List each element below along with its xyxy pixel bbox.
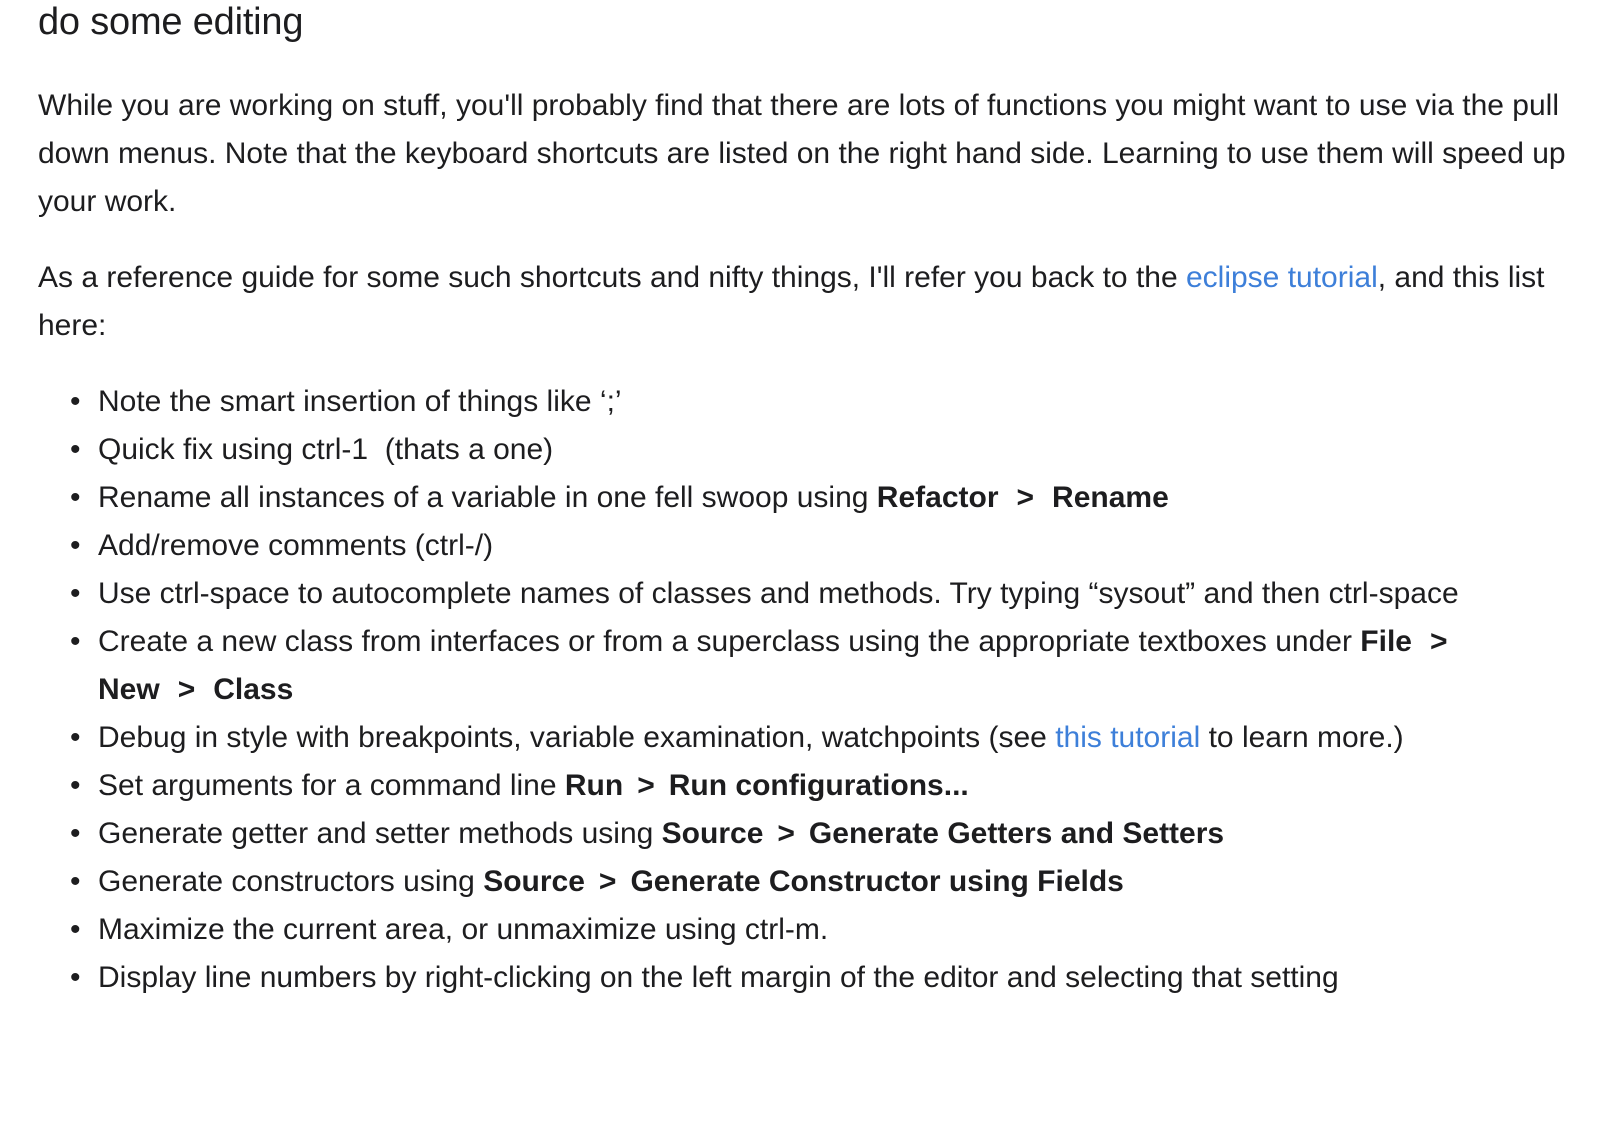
article-content: do some editing While you are working on… [0, 0, 1578, 1002]
list-item: • Note the smart insertion of things lik… [70, 378, 1578, 426]
list-item: • Create a new class from interfaces or … [70, 618, 1578, 714]
menu-generate-getters-setters: Generate Getters and Setters [808, 817, 1225, 850]
list-item-text: Display line numbers by right-clicking o… [98, 961, 1339, 994]
menu-separator: > [598, 865, 617, 898]
menu-run: Run [564, 769, 624, 802]
bullet: • [70, 625, 81, 658]
list-item-text: Set arguments for a command line [98, 769, 565, 802]
list-item-text: Rename all instances of a variable in on… [98, 481, 877, 514]
list-item: • Debug in style with breakpoints, varia… [70, 714, 1578, 762]
bullet: • [70, 721, 81, 754]
bullet: • [70, 577, 81, 610]
list-item: • Add/remove comments (ctrl-/) [70, 522, 1578, 570]
list-item-text: Debug in style with breakpoints, variabl… [98, 721, 1056, 754]
list-item: • Rename all instances of a variable in … [70, 474, 1578, 522]
bullet: • [70, 529, 81, 562]
menu-separator: > [1016, 481, 1035, 514]
list-item-text: Create a new class from interfaces or fr… [98, 625, 1361, 658]
eclipse-tutorial-link[interactable]: eclipse tutorial [1186, 261, 1378, 294]
list-item: • Maximize the current area, or unmaximi… [70, 906, 1578, 954]
menu-run-configurations: Run configurations... [668, 769, 969, 802]
menu-separator: > [1429, 625, 1448, 658]
menu-generate-constructor: Generate Constructor using Fields [630, 865, 1124, 898]
menu-source: Source [483, 865, 585, 898]
list-item-text: Generate getter and setter methods using [98, 817, 662, 850]
menu-separator: > [637, 769, 655, 802]
menu-file: File [1360, 625, 1412, 658]
menu-separator: > [177, 673, 196, 706]
list-item-text-after: to learn more.) [1200, 721, 1404, 754]
bullet: • [70, 961, 81, 994]
list-item: • Use ctrl-space to autocomplete names o… [70, 570, 1578, 618]
menu-separator: > [777, 817, 795, 850]
bullet: • [70, 769, 81, 802]
section-heading: do some editing [38, 1, 304, 43]
list-item-text: Add/remove comments (ctrl-/) [98, 529, 494, 562]
bullet: • [70, 913, 81, 946]
bullet: • [70, 817, 81, 850]
menu-new: New [98, 673, 160, 706]
menu-source: Source [661, 817, 764, 850]
reference-text-before: As a reference guide for some such short… [38, 261, 1186, 294]
bullet: • [70, 433, 81, 466]
menu-refactor: Refactor [876, 481, 999, 514]
list-item: • Generate getter and setter methods usi… [70, 810, 1578, 858]
intro-paragraph: While you are working on stuff, you'll p… [38, 89, 1566, 218]
list-item-text: Quick fix using ctrl-1 (thats a one) [98, 433, 554, 466]
shortcuts-list: • Note the smart insertion of things lik… [38, 378, 1578, 1002]
list-item: • Display line numbers by right-clicking… [70, 954, 1578, 1002]
this-tutorial-link[interactable]: this tutorial [1055, 721, 1200, 754]
bullet: • [70, 481, 81, 514]
list-item: • Quick fix using ctrl-1 (thats a one) [70, 426, 1578, 474]
list-item: • Set arguments for a command line Run > R… [70, 762, 1578, 810]
bullet: • [70, 385, 81, 418]
list-item-text: Maximize the current area, or unmaximize… [98, 913, 829, 946]
list-item-text: Use ctrl-space to autocomplete names of … [98, 577, 1459, 610]
menu-rename: Rename [1052, 481, 1169, 514]
bullet: • [70, 865, 81, 898]
list-item: • Generate constructors using Source > Gen… [70, 858, 1578, 906]
list-item-text: Note the smart insertion of things like … [98, 385, 622, 418]
reference-paragraph: As a reference guide for some such short… [38, 254, 1578, 350]
list-item-text: Generate constructors using [98, 865, 484, 898]
menu-class: Class [213, 673, 294, 706]
